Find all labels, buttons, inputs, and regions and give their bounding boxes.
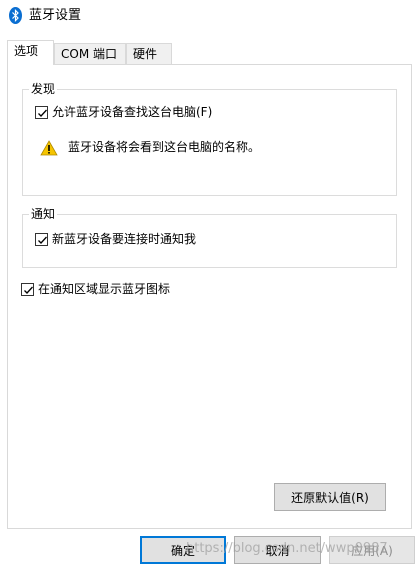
show-tray-icon-checkbox[interactable]: 在通知区域显示蓝牙图标 <box>21 281 170 297</box>
title-bar: 蓝牙设置 <box>0 0 418 31</box>
allow-discovery-checkbox[interactable]: 允许蓝牙设备查找这台电脑(F) <box>35 104 212 120</box>
tab-label: COM 端口 <box>61 47 117 61</box>
notify-new-device-label: 新蓝牙设备要连接时通知我 <box>52 232 197 246</box>
checkbox-box[interactable] <box>21 282 34 296</box>
notification-group-label: 通知 <box>29 206 58 222</box>
tab-hardware[interactable]: 硬件 <box>126 43 172 65</box>
checkmark-icon <box>24 286 33 294</box>
tab-label: 选项 <box>14 44 39 58</box>
tab-com-ports[interactable]: COM 端口 <box>54 43 126 65</box>
allow-discovery-label: 允许蓝牙设备查找这台电脑(F) <box>52 105 213 119</box>
cancel-button[interactable]: 取消 <box>234 536 321 564</box>
notify-new-device-checkbox[interactable]: 新蓝牙设备要连接时通知我 <box>35 231 196 247</box>
checkbox-box[interactable] <box>35 232 48 246</box>
checkmark-icon <box>38 109 47 117</box>
show-tray-icon-label: 在通知区域显示蓝牙图标 <box>38 282 171 296</box>
checkbox-box[interactable] <box>35 105 48 119</box>
warning-icon <box>40 140 58 156</box>
tab-label: 硬件 <box>133 47 158 61</box>
restore-defaults-button[interactable]: 还原默认值(R) <box>274 483 386 511</box>
discovery-group-label: 发现 <box>29 81 58 97</box>
apply-button[interactable]: 应用(A) <box>329 536 415 564</box>
tab-options[interactable]: 选项 <box>7 40 54 65</box>
bluetooth-icon <box>9 7 22 24</box>
ok-button[interactable]: 确定 <box>140 536 226 564</box>
window-title: 蓝牙设置 <box>29 8 82 23</box>
checkmark-icon <box>38 236 47 244</box>
discovery-warning-text: 蓝牙设备将会看到这台电脑的名称。 <box>68 140 261 154</box>
